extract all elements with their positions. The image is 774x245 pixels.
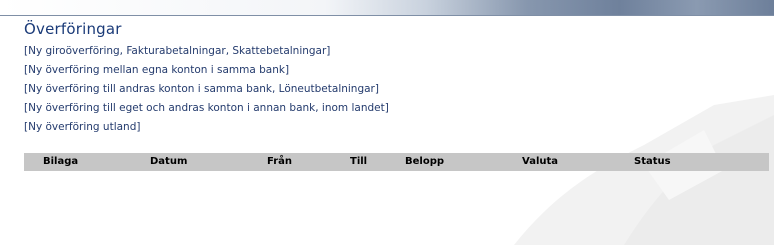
link-new-others-accounts-transfer[interactable]: [Ny överföring till andras konton i samm… [24,83,389,95]
column-header-status[interactable]: Status [634,153,671,171]
column-header-datum[interactable]: Datum [150,153,187,171]
link-new-giro-transfer[interactable]: [Ny giroöverföring, Fakturabetalningar, … [24,45,389,57]
column-header-bilaga[interactable]: Bilaga [43,153,78,171]
new-transfer-links: [Ny giroöverföring, Fakturabetalningar, … [24,45,389,140]
column-header-belopp[interactable]: Belopp [405,153,444,171]
column-header-fran[interactable]: Från [267,153,292,171]
link-new-other-bank-transfer[interactable]: [Ny överföring till eget och andras kont… [24,102,389,114]
page-title: Överföringar [24,20,122,38]
top-banner [0,0,774,15]
column-header-valuta[interactable]: Valuta [522,153,558,171]
link-new-foreign-transfer[interactable]: [Ny överföring utland] [24,121,389,133]
column-header-till[interactable]: Till [350,153,367,171]
banner-divider [0,15,774,16]
link-new-own-accounts-transfer[interactable]: [Ny överföring mellan egna konton i samm… [24,64,389,76]
transfers-table-header: Bilaga Datum Från Till Belopp Valuta Sta… [24,153,769,171]
